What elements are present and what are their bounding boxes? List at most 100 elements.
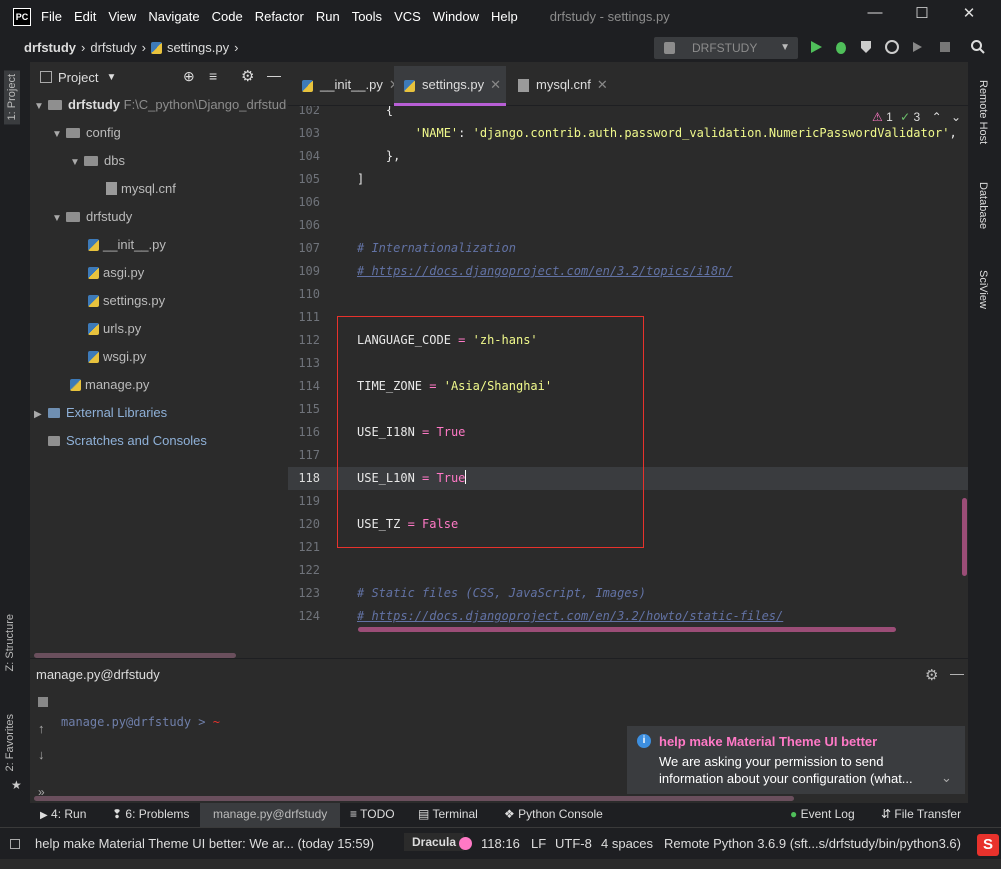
tree-item-config[interactable]: ▼ config xyxy=(52,123,121,143)
code-line[interactable]: 124 # https://docs.djangoproject.com/en/3… xyxy=(288,605,968,628)
tool-tab-python-console[interactable]: ❖ Python Console xyxy=(504,807,603,821)
code-line[interactable]: 106 xyxy=(288,191,968,214)
tool-tab-todo[interactable]: ≡ TODO xyxy=(350,807,395,821)
breadcrumb-file[interactable]: settings.py xyxy=(167,40,229,55)
tree-item-project-root[interactable]: ▼ drfstudy F:\C_python\Django_drfstud xyxy=(34,95,286,115)
close-icon[interactable]: ✕ xyxy=(490,77,501,92)
tree-item-settings-py[interactable]: settings.py xyxy=(88,291,165,311)
menu-code[interactable]: Code xyxy=(212,9,243,24)
project-view-select[interactable]: Project xyxy=(58,70,98,85)
hide-icon[interactable]: — xyxy=(950,665,964,681)
tree-item-dbs[interactable]: ▼ dbs xyxy=(70,151,125,171)
star-icon: ★ xyxy=(11,778,22,792)
editor-horizontal-scrollbar[interactable] xyxy=(358,627,896,632)
menu-vcs[interactable]: VCS xyxy=(394,9,421,24)
tab-init-py[interactable]: __init__.py✕ xyxy=(292,66,400,106)
stop-icon[interactable] xyxy=(937,39,953,55)
python-interpreter[interactable]: Remote Python 3.6.9 (sft...s/drfstudy/bi… xyxy=(664,836,961,851)
run-icon[interactable] xyxy=(808,39,824,55)
favorites-tool-tab[interactable]: 2: Favorites xyxy=(4,714,16,771)
tool-tab-manage[interactable]: manage.py@drfstudy xyxy=(200,803,341,827)
file-encoding[interactable]: UTF-8 xyxy=(555,836,592,851)
profile-icon[interactable] xyxy=(884,39,900,55)
tree-item-external-libraries[interactable]: ▶ External Libraries xyxy=(34,403,167,423)
code-line[interactable]: 102 { xyxy=(288,106,968,122)
stop-icon[interactable] xyxy=(38,697,48,707)
tree-item-wsgi-py[interactable]: wsgi.py xyxy=(88,347,146,367)
tree-item-init-py[interactable]: __init__.py xyxy=(88,235,166,255)
concurrency-icon[interactable] xyxy=(910,39,926,55)
menu-refactor[interactable]: Refactor xyxy=(255,9,304,24)
gear-icon[interactable]: ⚙ xyxy=(925,666,938,684)
tool-tab-run[interactable]: ▶ 4: Run xyxy=(40,807,86,821)
code-line[interactable]: 110 xyxy=(288,283,968,306)
code-line[interactable]: 103 'NAME': 'django.contrib.auth.passwor… xyxy=(288,122,968,145)
menu-window[interactable]: Window xyxy=(433,9,479,24)
remote-host-tool-tab[interactable]: Remote Host xyxy=(977,80,989,144)
menu-file[interactable]: File xyxy=(41,9,62,24)
sogou-icon[interactable]: S xyxy=(977,834,999,856)
menu-help[interactable]: Help xyxy=(491,9,518,24)
code-line[interactable]: 104 }, xyxy=(288,145,968,168)
folder-icon xyxy=(84,156,98,166)
sciview-tool-tab[interactable]: SciView xyxy=(977,270,989,309)
tool-tab-terminal[interactable]: ▤ Terminal xyxy=(418,807,478,821)
tree-item-drfstudy-package[interactable]: ▼ drfstudy xyxy=(52,207,132,227)
tab-settings-py[interactable]: settings.py ✕ xyxy=(394,66,506,106)
tab-mysql-cnf[interactable]: mysql.cnf ✕ xyxy=(508,66,608,106)
menu-edit[interactable]: Edit xyxy=(74,9,96,24)
code-line[interactable]: 122 xyxy=(288,559,968,582)
tool-tab-problems[interactable]: ❢ 6: Problems xyxy=(112,807,189,821)
arrow-down-icon[interactable]: ↓ xyxy=(38,747,45,762)
code-line[interactable]: 106 xyxy=(288,214,968,237)
menu-run[interactable]: Run xyxy=(316,9,340,24)
console-prompt[interactable]: manage.py@drfstudy > ~ xyxy=(61,715,220,729)
code-line[interactable]: 123 # Static files (CSS, JavaScript, Imag… xyxy=(288,582,968,605)
breadcrumb-root[interactable]: drfstudy xyxy=(24,40,76,55)
line-separator[interactable]: LF xyxy=(531,836,546,851)
search-icon[interactable] xyxy=(970,39,986,55)
tree-item-mysql-cnf[interactable]: mysql.cnf xyxy=(106,179,176,199)
hide-icon[interactable]: — xyxy=(267,67,281,83)
tree-item-urls-py[interactable]: urls.py xyxy=(88,319,141,339)
code-line[interactable]: 107 # Internationalization xyxy=(288,237,968,260)
run-configuration-select[interactable]: DRFSTUDY ▼ xyxy=(654,37,798,59)
collapse-all-icon[interactable]: ≡ xyxy=(209,68,217,84)
chevron-down-icon[interactable]: ⌄ xyxy=(941,770,952,786)
chevron-down-icon[interactable]: ▼ xyxy=(106,72,116,83)
tool-tab-file-transfer[interactable]: ⇵ File Transfer xyxy=(881,807,961,821)
folder-icon xyxy=(48,100,62,110)
locate-icon[interactable]: ⊕ xyxy=(183,68,195,85)
layout-icon[interactable] xyxy=(10,839,20,849)
coverage-icon[interactable] xyxy=(858,39,874,55)
close-icon[interactable]: ✕ xyxy=(957,4,981,28)
project-tool-tab[interactable]: 1: Project xyxy=(4,70,20,125)
notification-balloon[interactable]: i help make Material Theme UI better We … xyxy=(627,726,965,794)
python-file-icon xyxy=(404,80,415,92)
maximize-icon[interactable]: ☐ xyxy=(910,4,934,28)
editor-vertical-scrollbar[interactable] xyxy=(962,498,967,576)
caret-position[interactable]: 118:16 xyxy=(481,836,520,851)
close-icon[interactable]: ✕ xyxy=(597,77,608,92)
tree-item-scratches[interactable]: Scratches and Consoles xyxy=(48,431,207,451)
structure-tool-tab[interactable]: Z: Structure xyxy=(4,614,16,671)
console-horizontal-scrollbar[interactable] xyxy=(34,796,794,801)
database-tool-tab[interactable]: Database xyxy=(977,182,989,229)
menu-navigate[interactable]: Navigate xyxy=(148,9,199,24)
tool-tab-event-log[interactable]: ● Event Log xyxy=(790,807,855,821)
code-line[interactable]: 109 # https://docs.djangoproject.com/en/3… xyxy=(288,260,968,283)
tree-item-asgi-py[interactable]: asgi.py xyxy=(88,263,144,283)
minimize-icon[interactable]: — xyxy=(863,4,887,28)
gear-icon[interactable]: ⚙ xyxy=(241,67,254,85)
theme-badge[interactable]: Dracula xyxy=(404,833,465,851)
menu-tools[interactable]: Tools xyxy=(352,9,382,24)
tree-item-manage-py[interactable]: manage.py xyxy=(70,375,149,395)
code-line[interactable]: 105] xyxy=(288,168,968,191)
debug-icon[interactable] xyxy=(833,39,849,55)
status-message[interactable]: help make Material Theme UI better: We a… xyxy=(35,836,374,851)
event-log-icon: ● xyxy=(790,807,798,821)
arrow-up-icon[interactable]: ↑ xyxy=(38,721,45,736)
breadcrumb-package[interactable]: drfstudy xyxy=(90,40,136,55)
menu-view[interactable]: View xyxy=(108,9,136,24)
indent-setting[interactable]: 4 spaces xyxy=(601,836,653,851)
